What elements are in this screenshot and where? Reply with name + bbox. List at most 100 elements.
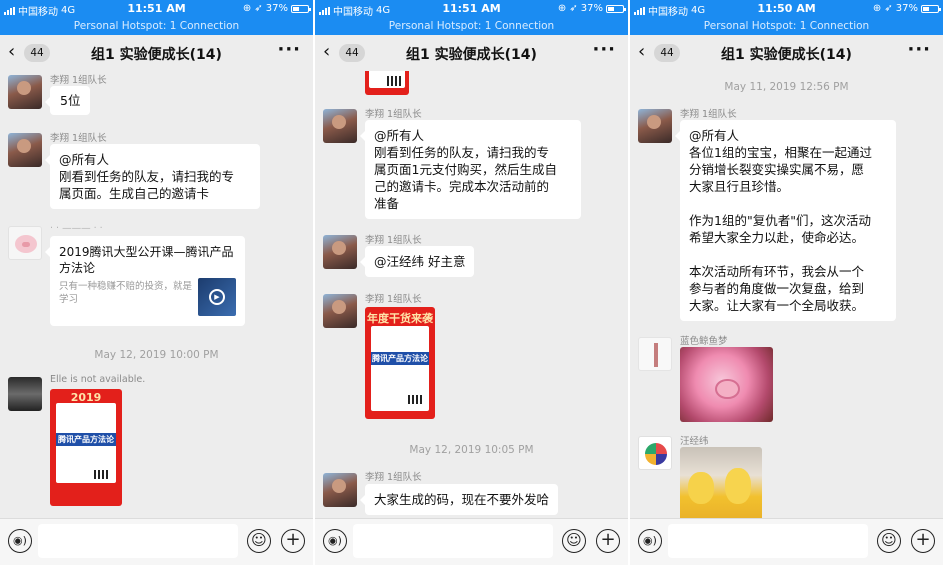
emoji-icon[interactable]: ☺	[562, 529, 586, 553]
message-line: 准备	[374, 196, 400, 211]
message-line: 大家且行且珍惜。	[689, 179, 790, 194]
message-line: 希望大家全力以赴，使命必达。	[689, 230, 865, 245]
chat-title: 组1 实验便成长(14)	[91, 47, 222, 63]
link-card-description: 只有一种稳赚不赔的投资，就是学习	[59, 281, 193, 305]
message-list[interactable]: May 11, 2019 12:56 PM 李翔 1组队长 @所有人 各位1组的…	[630, 71, 943, 518]
sender-name: 李翔 1组队长	[50, 75, 107, 86]
battery-icon	[921, 4, 941, 13]
hotspot-banner[interactable]: Personal Hotspot: 1 Connection	[630, 18, 943, 35]
status-bar: 中国移动 4G 11:51 AM ⊕ ➶ 37%	[315, 0, 628, 18]
sender-name: 李翔 1组队长	[680, 109, 737, 120]
message-line: 大家。让大家有一个全局收获。	[689, 298, 865, 313]
message-list[interactable]: 李翔 1组队长 @所有人 刚看到任务的队友，请扫我的专 属页面1元支付购买，然后…	[315, 71, 628, 518]
plus-icon[interactable]: +	[596, 529, 620, 553]
poster-image[interactable]: 年度干货来袭 腾讯产品方法论	[365, 307, 435, 419]
message-bubble[interactable]: @所有人 刚看到任务的队友，请扫我的专 属页面。生成自己的邀请卡	[45, 144, 260, 209]
avatar[interactable]	[323, 294, 357, 328]
avatar[interactable]	[323, 235, 357, 269]
qr-code-icon	[408, 395, 424, 405]
plus-icon[interactable]: +	[281, 529, 305, 553]
status-bar: 中国移动 4G 11:51 AM ⊕ ➶ 37%	[0, 0, 313, 18]
chat-title: 组1 实验便成长(14)	[406, 47, 537, 63]
message-list[interactable]: 李翔 1组队长 5位 李翔 1组队长 @所有人 刚看到任务的队友，请扫我的专 属…	[0, 71, 313, 518]
message-bubble[interactable]: 5位	[44, 86, 91, 115]
avatar[interactable]	[638, 436, 672, 470]
sender-name: 李翔 1组队长	[365, 294, 422, 305]
play-icon: ▶	[209, 289, 225, 305]
status-right: ⊕ ➶ 37%	[242, 3, 311, 14]
message-line: 属页面。生成自己的邀请卡	[59, 186, 210, 201]
poster-body: 腾讯产品方法论	[55, 403, 117, 483]
chat-title: 组1 实验便成长(14)	[721, 47, 852, 63]
plus-icon[interactable]: +	[911, 529, 935, 553]
location-icon: ⊕ ➶	[872, 3, 893, 14]
avatar[interactable]	[8, 226, 42, 260]
chat-header: ‹ 44 组1 实验便成长(14) ···	[0, 35, 313, 71]
battery-percent: 37%	[895, 3, 918, 14]
location-icon: ⊕ ➶	[557, 3, 578, 14]
battery-percent: 37%	[580, 3, 603, 14]
avatar[interactable]	[8, 377, 42, 411]
avatar[interactable]	[638, 109, 672, 143]
status-bar: 中国移动 4G 11:50 AM ⊕ ➶ 37%	[630, 0, 943, 18]
message-input[interactable]	[668, 524, 868, 558]
sender-name: Elle is not available.	[50, 374, 146, 385]
poster-image-partial[interactable]	[365, 71, 409, 95]
more-options-icon[interactable]: ···	[592, 39, 616, 60]
more-options-icon[interactable]: ···	[277, 39, 301, 60]
link-card[interactable]: 2019腾讯大型公开课—腾讯产品方法论 只有一种稳赚不赔的投资，就是学习 ▶	[45, 236, 245, 326]
emoji-icon[interactable]: ☺	[247, 529, 271, 553]
phone-screen-1: 中国移动 4G 11:51 AM ⊕ ➶ 37% Personal Hotspo…	[0, 0, 313, 565]
message-input[interactable]	[353, 524, 553, 558]
message-bubble[interactable]: @所有人 刚看到任务的队友，请扫我的专 属页面1元支付购买，然后生成自 己的邀请…	[360, 120, 581, 219]
link-card-title: 2019腾讯大型公开课—腾讯产品方法论	[59, 245, 234, 275]
battery-icon	[606, 4, 626, 13]
poster-title: 腾讯产品方法论	[370, 351, 430, 366]
battery-percent: 37%	[265, 3, 288, 14]
avatar[interactable]	[323, 473, 357, 507]
voice-icon[interactable]: ◉)	[8, 529, 32, 553]
sender-name: 李翔 1组队长	[50, 133, 107, 144]
emoji-icon[interactable]: ☺	[877, 529, 901, 553]
link-card-thumbnail: ▶	[198, 278, 236, 316]
message-line: 分销增长裂变实操实属不易，愿	[689, 162, 865, 177]
avatar[interactable]	[8, 133, 42, 167]
sender-name: · · ——— · ·	[50, 223, 103, 234]
more-options-icon[interactable]: ···	[907, 39, 931, 60]
timestamp: May 12, 2019 10:05 PM	[409, 444, 534, 456]
sender-name: 李翔 1组队长	[365, 472, 422, 483]
voice-icon[interactable]: ◉)	[638, 529, 662, 553]
chat-header: ‹ 44 组1 实验便成长(14) ···	[315, 35, 628, 71]
photo-image[interactable]	[680, 347, 773, 422]
message-bubble[interactable]: 大家生成的码，现在不要外发哈	[359, 484, 559, 515]
poster-body	[368, 71, 406, 88]
phone-screen-2: 中国移动 4G 11:51 AM ⊕ ➶ 37% Personal Hotspo…	[315, 0, 628, 565]
screenshot-collage: 中国移动 4G 11:51 AM ⊕ ➶ 37% Personal Hotspo…	[0, 0, 943, 565]
timestamp: May 11, 2019 12:56 PM	[724, 81, 849, 93]
message-line: 刚看到任务的队友，请扫我的专	[59, 169, 235, 184]
message-bubble[interactable]: @所有人 各位1组的宝宝，相聚在一起通过 分销增长裂变实操实属不易，愿 大家且行…	[675, 120, 896, 321]
message-line: 各位1组的宝宝，相聚在一起通过	[689, 145, 872, 160]
sender-name: 汪经纬	[680, 436, 709, 447]
message-line: @所有人	[374, 128, 425, 143]
location-icon: ⊕ ➶	[242, 3, 263, 14]
message-input[interactable]	[38, 524, 238, 558]
message-line: @所有人	[689, 128, 740, 143]
status-right: ⊕ ➶ 37%	[557, 3, 626, 14]
sender-name: 蓝色鲸鱼梦	[680, 336, 728, 347]
hotspot-banner[interactable]: Personal Hotspot: 1 Connection	[315, 18, 628, 35]
message-bubble[interactable]: @汪经纬 好主意	[359, 246, 475, 277]
message-line: @所有人	[59, 152, 110, 167]
avatar[interactable]	[638, 337, 672, 371]
message-line: 刚看到任务的队友，请扫我的专	[374, 145, 550, 160]
voice-icon[interactable]: ◉)	[323, 529, 347, 553]
poster-image[interactable]: 2019 腾讯产品方法论	[50, 389, 122, 506]
photo-image[interactable]	[680, 447, 762, 518]
avatar[interactable]	[323, 109, 357, 143]
message-line: 己的邀请卡。完成本次活动前的	[374, 179, 550, 194]
avatar[interactable]	[8, 75, 42, 109]
qr-code-icon	[387, 76, 402, 87]
hotspot-banner[interactable]: Personal Hotspot: 1 Connection	[0, 18, 313, 35]
phone-screen-3: 中国移动 4G 11:50 AM ⊕ ➶ 37% Personal Hotspo…	[630, 0, 943, 565]
input-bar: ◉) ☺ +	[0, 518, 313, 565]
